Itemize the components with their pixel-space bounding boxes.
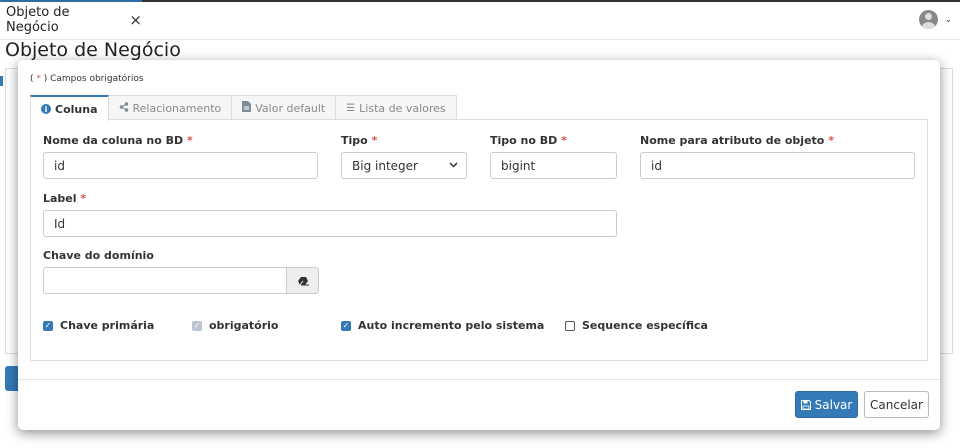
- chevron-down-icon: [449, 160, 458, 171]
- tab-label: Valor default: [255, 101, 326, 115]
- tab-relacionamento[interactable]: Relacionamento: [107, 95, 233, 120]
- required-fields-note: ( * ) Campos obrigatórios: [30, 74, 144, 84]
- tipo-bd-label: Tipo no BD *: [490, 134, 567, 147]
- required-star: *: [828, 134, 834, 147]
- checkbox-checked-icon: ✓: [341, 320, 351, 331]
- user-menu[interactable]: ⌄: [919, 10, 952, 29]
- checkbox-checked-icon: ✓: [192, 320, 202, 331]
- nome-atributo-input[interactable]: id: [640, 152, 915, 179]
- required-star: *: [561, 134, 567, 147]
- close-icon[interactable]: ×: [129, 11, 142, 29]
- checkbox-label: Sequence específica: [582, 319, 708, 332]
- chave-dominio-label: Chave do domínio: [43, 249, 154, 262]
- nome-atributo-label: Nome para atributo de objeto *: [640, 134, 834, 147]
- top-tab-bar: Objeto de Negócio × ⌄: [0, 0, 960, 40]
- save-icon: [800, 399, 811, 410]
- tipo-select[interactable]: Big integer: [341, 152, 467, 179]
- tab-coluna[interactable]: i Coluna: [30, 95, 109, 121]
- file-icon: [242, 101, 252, 115]
- app-tab-title: Objeto de Negócio: [6, 5, 70, 35]
- save-label: Salvar: [814, 397, 853, 412]
- save-button[interactable]: Salvar: [795, 391, 858, 418]
- column-modal: ( * ) Campos obrigatórios i Coluna Relac…: [18, 60, 940, 430]
- required-star: *: [186, 134, 193, 147]
- tab-label: Relacionamento: [132, 101, 222, 115]
- obrigatorio-checkbox: ✓ obrigatório: [192, 319, 279, 332]
- tab-valor-default[interactable]: Valor default: [231, 95, 337, 120]
- user-avatar-icon: [919, 10, 939, 29]
- tab-label: Coluna: [55, 102, 98, 116]
- tipo-label: Tipo *: [341, 134, 377, 147]
- share-icon: [119, 101, 129, 115]
- modal-tabs: i Coluna Relacionamento Valor default ☰ …: [30, 95, 457, 121]
- cancel-button[interactable]: Cancelar: [864, 391, 929, 418]
- label-input[interactable]: Id: [43, 210, 617, 237]
- eraser-icon: [297, 276, 309, 285]
- tab-label: Lista de valores: [359, 101, 446, 115]
- list-icon: ☰: [346, 102, 356, 114]
- chave-primaria-checkbox[interactable]: ✓ Chave primária: [43, 319, 154, 332]
- label-field-label: Label *: [43, 192, 86, 205]
- required-star: *: [371, 134, 378, 147]
- eraser-button[interactable]: [286, 267, 319, 294]
- label-text: Nome para atributo de objeto: [640, 134, 825, 147]
- app-tab[interactable]: Objeto de Negócio ×: [0, 0, 142, 38]
- checkbox-label: obrigatório: [209, 319, 279, 332]
- modal-footer-divider: [18, 379, 940, 380]
- label-text: Tipo: [341, 134, 368, 147]
- checkbox-label: Chave primária: [60, 319, 155, 332]
- sequence-especifica-checkbox[interactable]: Sequence específica: [565, 319, 708, 332]
- label-text: Label: [43, 192, 77, 205]
- label-text: Tipo no BD: [490, 134, 558, 147]
- label-text: Nome da coluna no BD: [43, 134, 184, 147]
- tab-lista-valores[interactable]: ☰ Lista de valores: [335, 95, 457, 120]
- page-title: Objeto de Negócio: [5, 39, 181, 61]
- checkbox-label: Auto incremento pelo sistema: [358, 319, 545, 332]
- chevron-down-icon: ⌄: [944, 14, 952, 25]
- tab-panel-coluna: Nome da coluna no BD * id Tipo * Big int…: [30, 119, 928, 361]
- tipo-bd-input[interactable]: bigint: [490, 152, 617, 179]
- info-icon: i: [41, 104, 51, 114]
- nome-coluna-label: Nome da coluna no BD *: [43, 134, 193, 147]
- tipo-select-value: Big integer: [352, 158, 418, 173]
- required-star: *: [80, 192, 87, 205]
- checkbox-checked-icon: ✓: [43, 320, 53, 331]
- auto-incremento-checkbox[interactable]: ✓ Auto incremento pelo sistema: [341, 319, 544, 332]
- chave-dominio-input[interactable]: [43, 267, 287, 294]
- nome-coluna-input[interactable]: id: [43, 152, 318, 179]
- checkbox-unchecked-icon: [565, 320, 575, 331]
- background-marker: [0, 76, 3, 86]
- required-note-text: ) Campos obrigatórios: [40, 74, 144, 84]
